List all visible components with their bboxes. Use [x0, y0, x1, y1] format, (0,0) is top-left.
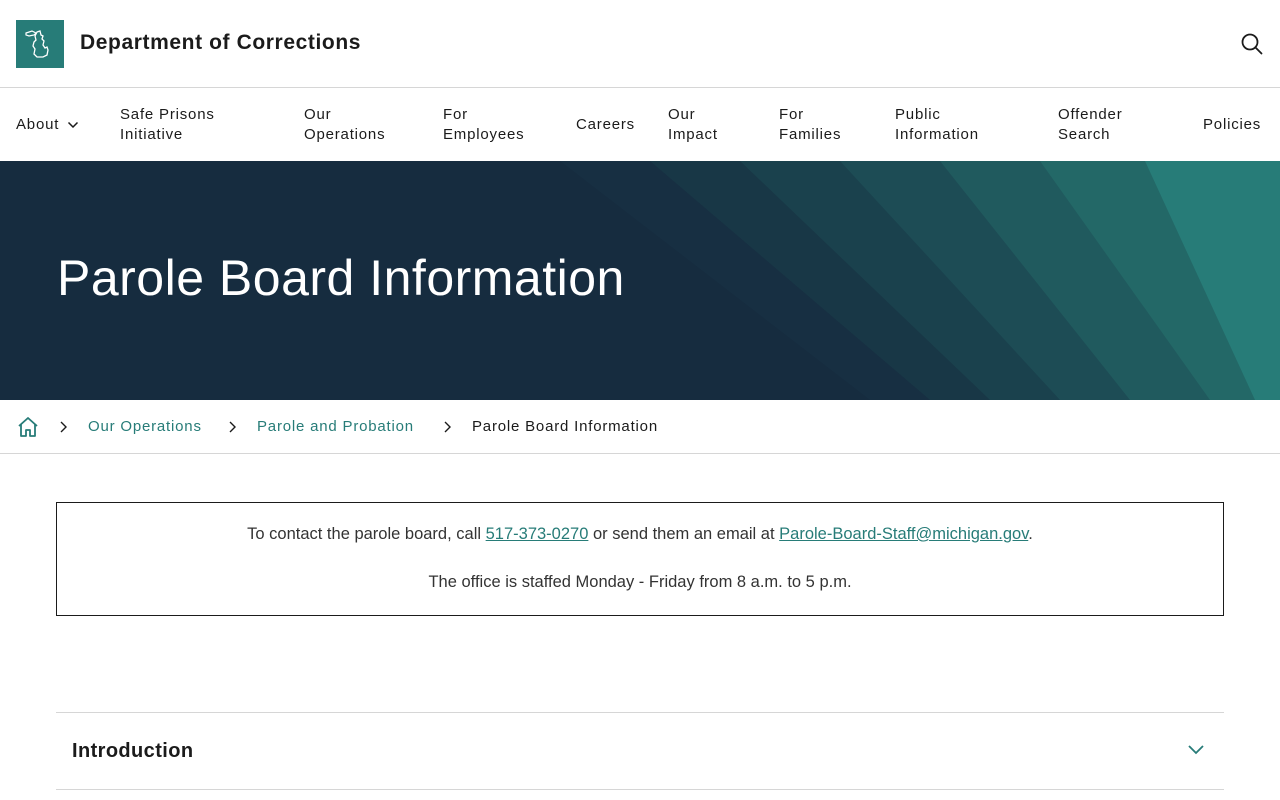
main-nav: About Safe Prisons Initiative Our Operatio… — [0, 89, 1280, 161]
nav-item-label: Search — [1058, 126, 1111, 143]
chevron-right-icon — [59, 420, 69, 434]
nav-item-safe-prisons-initiative[interactable]: Safe Prisons Initiative — [120, 89, 215, 161]
breadcrumb: Our Operations Parole and Probation Paro… — [0, 400, 1280, 454]
nav-item-label: Our — [668, 106, 696, 123]
nav-item-offender-search[interactable]: Offender Search — [1058, 89, 1123, 161]
nav-item-for-employees[interactable]: For Employees — [443, 89, 524, 161]
nav-item-policies[interactable]: Policies — [1203, 89, 1261, 161]
accordion-title: Introduction — [72, 740, 194, 762]
nav-item-label: Careers — [576, 116, 635, 133]
phone-link[interactable]: 517-373-0270 — [486, 525, 589, 543]
nav-item-for-families[interactable]: For Families — [779, 89, 841, 161]
nav-item-label: Operations — [304, 126, 386, 143]
breadcrumb-current: Parole Board Information — [472, 418, 658, 435]
nav-item-our-operations[interactable]: Our Operations — [304, 89, 385, 161]
nav-item-public-information[interactable]: Public Information — [895, 89, 979, 161]
nav-item-label: About — [16, 116, 60, 133]
nav-item-our-impact[interactable]: Our Impact — [668, 89, 718, 161]
michigan-state-icon[interactable] — [16, 20, 64, 68]
nav-item-label: Information — [895, 126, 979, 143]
home-icon[interactable] — [16, 415, 40, 439]
office-hours-text: The office is staffed Monday - Friday fr… — [428, 573, 852, 591]
nav-item-label: Impact — [668, 126, 718, 143]
contact-text-middle: or send them an email at — [588, 525, 780, 543]
nav-item-label: For — [779, 106, 804, 123]
nav-item-label: Public — [895, 106, 941, 123]
nav-item-about[interactable]: About — [16, 89, 79, 161]
hero-banner: Parole Board Information — [0, 161, 1280, 400]
accordion-introduction[interactable]: Introduction — [56, 712, 1224, 790]
nav-item-label: Employees — [443, 126, 525, 143]
breadcrumb-link-our-operations[interactable]: Our Operations — [88, 418, 202, 435]
contact-notice: To contact the parole board, call 517-37… — [56, 502, 1224, 616]
page-title: Parole Board Information — [57, 250, 625, 306]
site-header: Department of Corrections — [0, 0, 1280, 88]
nav-item-label: For — [443, 106, 468, 123]
email-link[interactable]: Parole-Board-Staff@michigan.gov — [779, 525, 1028, 543]
contact-text-prefix: To contact the parole board, call — [247, 525, 486, 543]
contact-text-suffix: . — [1028, 525, 1033, 543]
site-title[interactable]: Department of Corrections — [80, 31, 361, 55]
chevron-down-icon — [1186, 742, 1206, 758]
chevron-right-icon — [228, 420, 238, 434]
nav-item-label: Families — [779, 126, 842, 143]
chevron-right-icon — [443, 420, 453, 434]
breadcrumb-link-parole-and-probation[interactable]: Parole and Probation — [257, 418, 414, 435]
nav-item-label: Our — [304, 106, 332, 123]
nav-item-label: Initiative — [120, 126, 184, 143]
nav-item-careers[interactable]: Careers — [576, 89, 635, 161]
contact-text: To contact the parole board, call 517-37… — [57, 525, 1223, 544]
nav-item-label: Safe Prisons — [120, 106, 215, 123]
chevron-down-icon — [67, 121, 79, 129]
search-icon[interactable] — [1238, 30, 1266, 58]
nav-item-label: Policies — [1203, 116, 1262, 133]
nav-item-label: Offender — [1058, 106, 1123, 123]
